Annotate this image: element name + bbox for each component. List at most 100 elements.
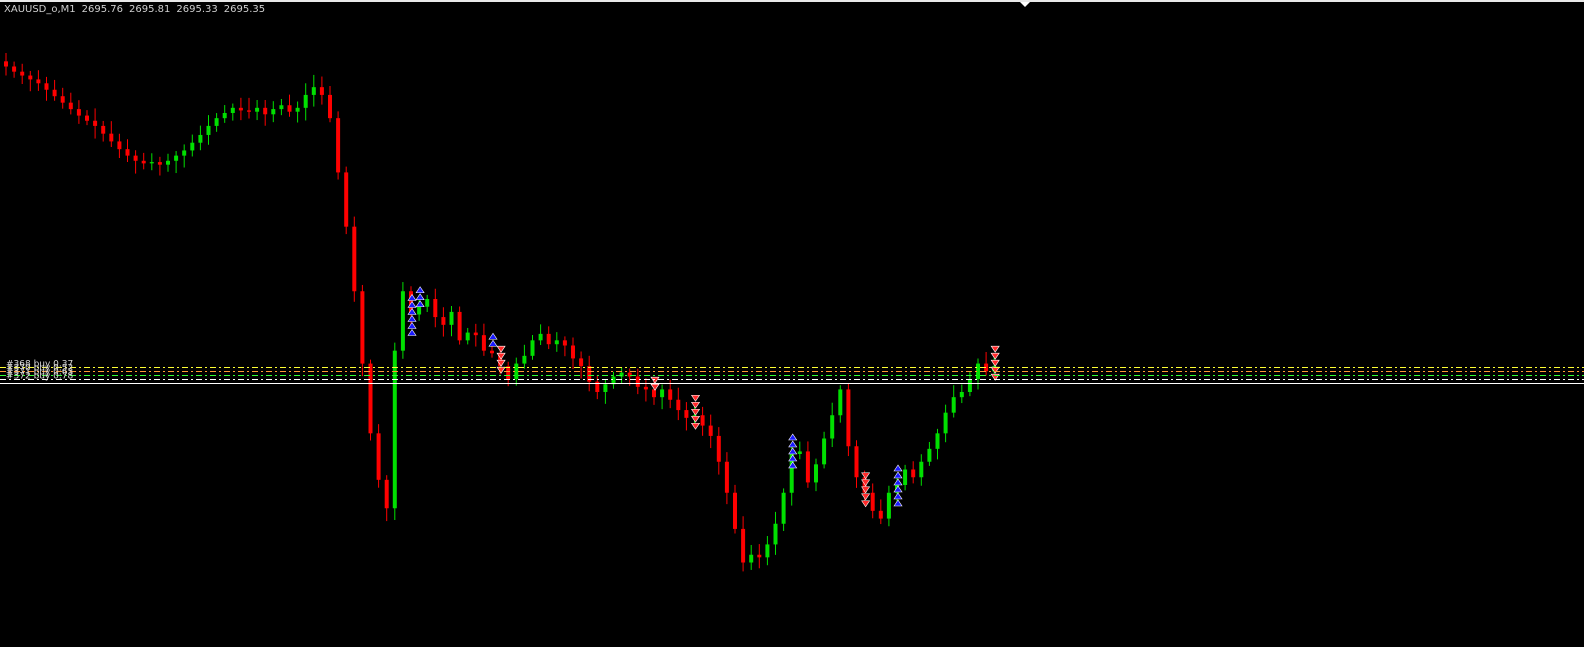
candle-body <box>101 125 106 134</box>
chart-shift-marker-icon[interactable] <box>1020 2 1030 7</box>
candle-body <box>724 461 729 493</box>
candle <box>643 378 648 402</box>
candle <box>530 334 535 360</box>
candle <box>52 79 57 101</box>
candle <box>449 305 454 337</box>
sell-arrow-icon <box>496 366 506 374</box>
candle-body <box>838 389 843 416</box>
chart-window[interactable]: #368 buy 0.37 #370 buy 0.52 #371 buy 0.63 #… <box>0 0 1584 647</box>
candle-body <box>400 291 405 351</box>
close-price: 2695.35 <box>223 4 266 15</box>
candle <box>60 87 65 109</box>
buy-arrow-icon <box>488 332 498 340</box>
candle-body <box>141 160 146 164</box>
candle-body <box>125 149 130 156</box>
candle <box>85 110 89 126</box>
candle-body <box>287 105 292 112</box>
chart-header: XAUUSD_o,M1 2695.76 2695.81 2695.33 2695… <box>4 3 265 17</box>
candle-body <box>643 386 648 390</box>
buy-arrow-icon <box>407 314 417 322</box>
candle <box>676 387 681 421</box>
candle <box>546 326 551 350</box>
candle-body <box>603 384 608 392</box>
candle-body <box>20 71 25 76</box>
candle <box>247 97 251 119</box>
candle <box>76 100 81 124</box>
candle <box>166 153 170 172</box>
candle <box>344 166 349 235</box>
candle <box>311 74 316 107</box>
sell-arrow-icon <box>861 493 871 501</box>
candle-body <box>441 317 446 325</box>
open-price: 2695.76 <box>81 4 124 15</box>
candle-body <box>117 141 122 150</box>
candle-body <box>311 87 316 95</box>
candle-body <box>68 102 73 110</box>
candle <box>635 368 640 395</box>
sell-arrow-icon <box>650 383 660 391</box>
candle-body <box>376 433 381 480</box>
sell-arrow-icon <box>690 401 701 409</box>
candle-body <box>490 350 494 354</box>
candle <box>376 424 381 488</box>
candle-body <box>652 389 656 398</box>
candle <box>959 384 964 404</box>
candle-body <box>668 389 673 400</box>
buy-arrow-icon <box>415 293 425 301</box>
trade-markers <box>407 286 1000 508</box>
candle <box>109 121 114 148</box>
candle-body <box>328 94 332 119</box>
candle-body <box>959 392 964 398</box>
candle-body <box>417 306 422 315</box>
candle-body <box>360 291 365 364</box>
sell-arrow-icon <box>690 415 701 423</box>
candle <box>101 120 106 142</box>
candle-body <box>93 120 98 126</box>
candle <box>93 108 98 139</box>
sell-arrow-icon <box>690 394 701 402</box>
candle-body <box>230 107 235 113</box>
candle <box>457 306 462 345</box>
candle-body <box>238 107 243 111</box>
candlestick-series <box>4 53 997 572</box>
candle <box>976 358 980 390</box>
candle <box>838 385 843 423</box>
candle-body <box>425 299 430 307</box>
candle-body <box>182 150 187 156</box>
candle <box>781 488 786 531</box>
candle <box>611 371 616 389</box>
candle-body <box>506 366 511 380</box>
candle-body <box>449 311 454 325</box>
candle-body <box>352 226 357 292</box>
candle-body <box>4 61 8 67</box>
candle <box>927 441 932 466</box>
candle <box>579 351 584 379</box>
candle-body <box>781 492 786 524</box>
candle-body <box>133 155 138 161</box>
candle-body <box>149 162 154 164</box>
candle <box>328 86 332 123</box>
candle <box>919 454 924 486</box>
sell-arrow-icon <box>690 422 701 430</box>
candle-body <box>571 345 575 359</box>
candle-body <box>206 125 211 135</box>
candle <box>384 475 389 522</box>
price-chart-area[interactable]: #368 buy 0.37#370 buy 0.52#371 buy 0.63#… <box>0 0 1584 647</box>
candle-body <box>951 397 956 413</box>
low-price: 2695.33 <box>176 4 218 15</box>
buy-arrow-icon <box>788 433 798 441</box>
candle <box>433 288 438 328</box>
candle <box>822 431 827 469</box>
candle-body <box>344 172 349 227</box>
candle-body <box>303 94 308 108</box>
candle-body <box>457 311 462 341</box>
candle-body <box>830 415 835 439</box>
candle <box>157 156 162 176</box>
sell-arrow-icon <box>496 345 506 353</box>
candle-body <box>773 523 778 545</box>
candle-body <box>660 389 665 398</box>
candle-body <box>579 358 584 367</box>
buy-arrow-icon <box>788 440 798 448</box>
candle <box>749 544 754 570</box>
candle <box>814 458 818 492</box>
